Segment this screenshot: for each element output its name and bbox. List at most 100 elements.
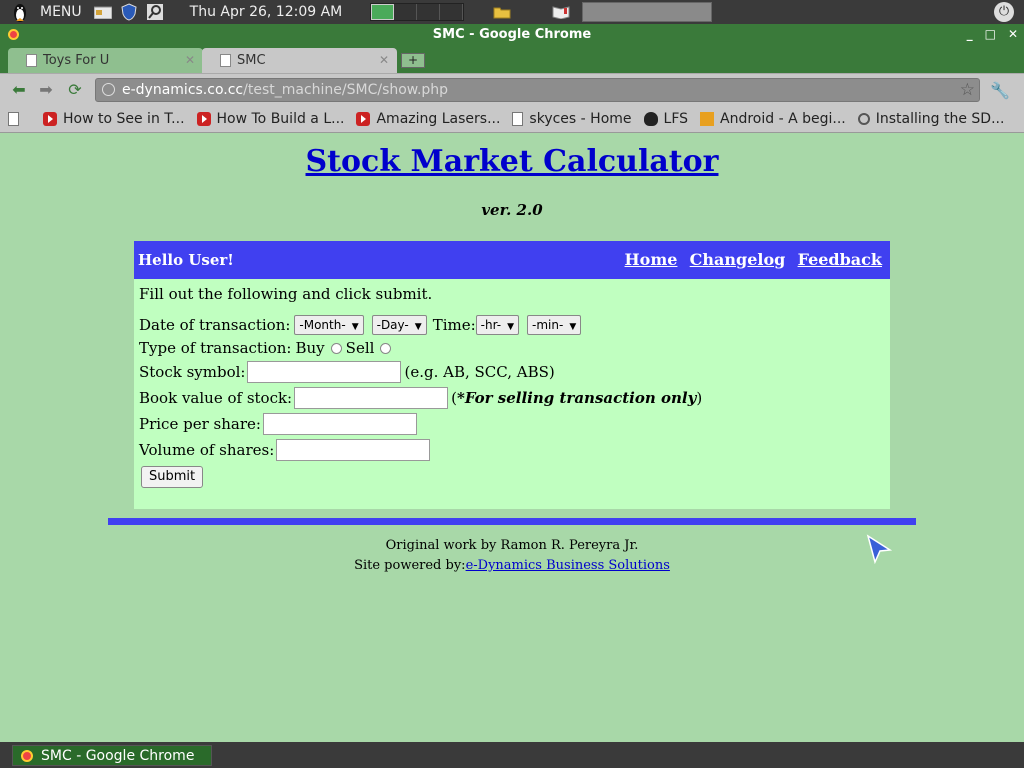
window-titlebar[interactable]: SMC - Google Chrome _ □ ✕ [0, 24, 1024, 45]
month-select[interactable]: -Month- ▼ [294, 315, 364, 335]
close-window-button[interactable]: ✕ [1008, 24, 1018, 45]
workspace-3[interactable] [416, 4, 440, 20]
power-icon[interactable]: ⏻ [994, 2, 1014, 22]
dropdown-arrow-icon: ▼ [414, 322, 422, 332]
version-label: ver. 2.0 [481, 201, 543, 219]
wrench-menu-icon[interactable]: 🔧 [990, 81, 1010, 100]
bookmark-android[interactable]: Android - A begi... [700, 111, 846, 127]
new-tab-button[interactable]: + [401, 53, 425, 68]
top-system-panel: MENU Thu Apr 26, 12:09 AM ⏻ [0, 0, 1024, 24]
penguin-menu-icon[interactable] [0, 0, 40, 24]
forward-arrow-icon[interactable]: ➡ [37, 81, 55, 99]
bookmark-star-icon[interactable]: ☆ [960, 79, 975, 101]
sell-radio[interactable] [380, 342, 392, 354]
price-label: Price per share: [139, 415, 261, 433]
shield-icon[interactable] [119, 3, 139, 21]
youtube-icon [356, 111, 371, 126]
chrome-logo-icon [8, 29, 19, 40]
maximize-button[interactable]: □ [985, 24, 996, 45]
hour-select[interactable]: -hr- ▼ [475, 315, 520, 335]
bookmark-label: skyces - Home [529, 110, 632, 127]
powered-prefix: Site powered by: [354, 558, 466, 573]
clock[interactable]: Thu Apr 26, 12:09 AM [190, 4, 350, 20]
bookmark-how-to-build[interactable]: How To Build a L... [196, 111, 344, 127]
bookmark-amazing-lasers[interactable]: Amazing Lasers... [356, 111, 500, 127]
page-content: Stock Market Calculator ver. 2.0 Hello U… [0, 134, 1024, 742]
bookmark-label: How to See in T... [63, 110, 185, 127]
powered-by-link[interactable]: e-Dynamics Business Solutions [466, 558, 670, 573]
instructions: Fill out the following and click submit. [139, 285, 433, 303]
nav-home-link[interactable]: Home [625, 250, 678, 269]
page-title[interactable]: Stock Market Calculator [0, 144, 1024, 179]
book-value-input[interactable] [294, 387, 449, 409]
page-icon [8, 111, 19, 126]
folder-icon[interactable] [492, 3, 512, 21]
book-value-label: Book value of stock: [139, 389, 293, 407]
tab-label: SMC [237, 53, 266, 68]
workspace-1[interactable] [370, 4, 394, 20]
file-manager-icon[interactable] [93, 3, 113, 21]
bookmark-label: Installing the SD... [875, 110, 1005, 127]
tab-smc[interactable]: SMC ✕ [202, 48, 397, 73]
workspace-switcher[interactable] [369, 3, 464, 21]
nav-links: Home Changelog Feedback [618, 241, 882, 279]
back-arrow-icon[interactable]: ⬅ [10, 81, 28, 99]
nav-feedback-link[interactable]: Feedback [798, 250, 882, 269]
symbol-input[interactable] [247, 361, 402, 383]
address-bar[interactable]: e-dynamics.co.cc/test_machine/SMC/show.p… [95, 78, 980, 102]
volume-input[interactable] [276, 439, 431, 461]
minute-select-value: -min- [532, 318, 564, 332]
youtube-icon [43, 111, 57, 126]
sell-label: Sell [345, 339, 375, 357]
price-row: Price per share: [139, 413, 417, 435]
greeting: Hello User! [138, 251, 234, 269]
type-label: Type of transaction: [139, 339, 292, 357]
dropdown-arrow-icon: ▼ [507, 322, 515, 332]
header-bar: Hello User! Home Changelog Feedback [134, 241, 890, 279]
bookmark-installing-sd[interactable]: Installing the SD... [857, 110, 1005, 127]
volume-label: Volume of shares: [139, 441, 275, 459]
time-label: Time: [432, 316, 476, 334]
bookmarks-page-icon[interactable] [8, 111, 25, 126]
reload-icon[interactable]: ⟳ [66, 81, 84, 99]
bookmark-how-to-see[interactable]: How to See in T... [43, 111, 185, 127]
minute-select[interactable]: -min- ▼ [527, 315, 582, 335]
bookmarks-bar: How to See in T... How To Build a L... A… [0, 105, 1024, 133]
panel-task-slot[interactable] [581, 2, 712, 22]
book-value-hint: *For selling transaction only [456, 389, 697, 407]
volume-row: Volume of shares: [139, 439, 431, 461]
submit-button[interactable]: Submit [141, 466, 204, 488]
price-input[interactable] [262, 413, 417, 435]
day-select-value: -Day- [376, 318, 409, 332]
buy-radio[interactable] [330, 342, 342, 354]
bottom-taskbar: SMC - Google Chrome [0, 742, 1024, 768]
page-icon [220, 54, 231, 67]
tab-toys-for-u[interactable]: Toys For U ✕ [8, 48, 203, 73]
workspace-2[interactable] [393, 4, 417, 20]
close-icon[interactable]: ✕ [379, 48, 389, 73]
browser-toolbar: ⬅ ➡ ⟳ e-dynamics.co.cc/test_machine/SMC/… [0, 73, 1024, 105]
workspace-4[interactable] [439, 4, 463, 20]
search-tool-icon[interactable] [145, 3, 165, 21]
minimize-button[interactable]: _ [967, 24, 973, 45]
book-icon[interactable] [551, 3, 571, 21]
close-icon[interactable]: ✕ [185, 48, 195, 73]
menu-button[interactable]: MENU [40, 4, 82, 20]
globe-icon [102, 83, 115, 96]
day-select[interactable]: -Day- ▼ [371, 315, 427, 335]
tab-strip: Toys For U ✕ SMC ✕ + [0, 45, 1024, 73]
nav-changelog-link[interactable]: Changelog [690, 250, 786, 269]
chrome-logo-icon [21, 750, 33, 762]
page-icon [857, 112, 870, 125]
taskbar-chrome-window[interactable]: SMC - Google Chrome [12, 745, 212, 766]
dropdown-arrow-icon: ▼ [351, 322, 359, 332]
transaction-form: Fill out the following and click submit.… [134, 279, 890, 509]
bookmark-skyces[interactable]: skyces - Home [512, 110, 632, 127]
bookmark-label: Amazing Lasers... [376, 110, 501, 127]
footer-divider [108, 518, 916, 525]
bookmark-lfs[interactable]: LFS [643, 111, 688, 127]
date-label: Date of transaction: [139, 316, 291, 334]
window-title: SMC - Google Chrome [432, 27, 592, 42]
taskbar-item-label: SMC - Google Chrome [41, 748, 195, 764]
book-value-row: Book value of stock: (*For selling trans… [139, 387, 702, 409]
